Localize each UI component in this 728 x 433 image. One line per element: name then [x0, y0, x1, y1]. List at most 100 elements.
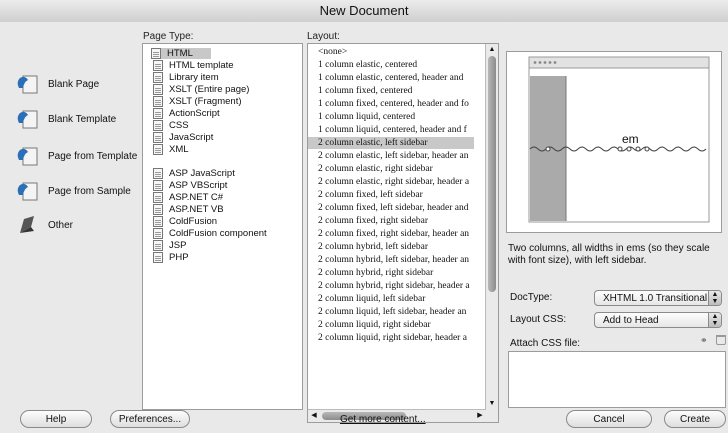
layout-item[interactable]: 2 column liquid, left sidebar, header an — [308, 306, 474, 318]
layout-item[interactable]: 2 column fixed, left sidebar, header and — [308, 202, 474, 214]
category-blank-template[interactable]: Blank Template — [14, 104, 140, 134]
layout-item[interactable]: 2 column hybrid, left sidebar — [308, 241, 474, 253]
page-type-item[interactable]: JavaScript — [153, 132, 213, 143]
page-type-item[interactable]: PHP — [153, 252, 189, 263]
page-type-item[interactable]: CSS — [153, 120, 189, 131]
file-icon — [153, 120, 163, 131]
category-label: Blank Page — [48, 78, 100, 90]
layout-item[interactable]: 2 column hybrid, left sidebar, header an — [308, 254, 474, 266]
category-page-from-sample[interactable]: Page from Sample — [14, 176, 140, 206]
page-type-label: XML — [169, 144, 189, 155]
scroll-down-arrow-icon[interactable]: ▼ — [486, 398, 498, 410]
file-icon — [153, 228, 163, 239]
page-type-label: ASP JavaScript — [169, 168, 235, 179]
category-blank-page[interactable]: Blank Page — [14, 69, 140, 99]
file-icon — [153, 192, 163, 203]
help-button[interactable]: Help — [20, 410, 92, 428]
page-type-item[interactable]: XML — [153, 144, 189, 155]
blank-template-icon — [14, 107, 40, 131]
file-icon — [153, 216, 163, 227]
page-type-label: PHP — [169, 252, 189, 263]
layout-heading: Layout: — [307, 31, 340, 42]
category-page-from-template[interactable]: Page from Template — [14, 141, 140, 171]
scroll-right-arrow-icon[interactable]: ▶ — [474, 410, 486, 422]
preview-unit-label: em — [622, 132, 639, 146]
link-css-icon[interactable]: ⚭ — [700, 335, 712, 345]
page-type-label: XSLT (Fragment) — [169, 96, 242, 107]
file-icon — [153, 96, 163, 107]
scroll-up-arrow-icon[interactable]: ▲ — [486, 44, 498, 56]
page-type-label: ActionScript — [169, 108, 220, 119]
cancel-button[interactable]: Cancel — [566, 410, 652, 428]
page-type-item[interactable]: HTML template — [153, 60, 234, 71]
doctype-select[interactable]: XHTML 1.0 Transitional ▲ ▼ — [594, 290, 722, 306]
page-type-item[interactable]: ASP.NET C# — [153, 192, 223, 203]
attached-css-list[interactable] — [508, 351, 726, 408]
blank-page-icon — [14, 72, 40, 96]
category-label: Page from Template — [48, 150, 138, 162]
layout-item[interactable]: 1 column elastic, centered, header and — [308, 72, 474, 84]
layout-item[interactable]: 2 column elastic, left sidebar — [308, 137, 474, 149]
layout-item[interactable]: 1 column elastic, centered — [308, 59, 474, 71]
category-label: Blank Template — [48, 113, 117, 125]
trash-icon[interactable] — [716, 335, 726, 345]
layout-item[interactable]: <none> — [308, 46, 474, 58]
layout-item[interactable]: 2 column fixed, right sidebar, header an — [308, 228, 474, 240]
page-type-label: JavaScript — [169, 132, 214, 143]
page-type-item[interactable]: JSP — [153, 240, 186, 251]
page-type-label: XSLT (Entire page) — [169, 84, 250, 95]
layout-item[interactable]: 2 column liquid, right sidebar — [308, 319, 474, 331]
page-type-item[interactable]: ColdFusion component — [153, 228, 267, 239]
layout-item[interactable]: 2 column elastic, right sidebar — [308, 163, 474, 175]
vertical-scroll-thumb[interactable] — [488, 56, 496, 292]
page-type-label: ASP.NET VB — [169, 204, 224, 215]
other-icon — [14, 213, 40, 237]
file-icon — [153, 168, 163, 179]
file-icon — [153, 132, 163, 143]
page-type-label: CSS — [169, 120, 189, 131]
layout-item[interactable]: 2 column fixed, left sidebar — [308, 189, 474, 201]
page-type-label: HTML template — [169, 60, 234, 71]
page-type-item[interactable]: ASP VBScript — [153, 180, 227, 191]
layout-item[interactable]: 1 column fixed, centered, header and fo — [308, 98, 474, 110]
page-from-template-icon — [14, 144, 40, 168]
layout-css-select[interactable]: Add to Head ▲ ▼ — [594, 312, 722, 328]
page-type-item[interactable]: ASP.NET VB — [153, 204, 224, 215]
window-title: New Document — [0, 0, 728, 23]
page-type-label: Library item — [169, 72, 219, 83]
doctype-value: XHTML 1.0 Transitional — [603, 293, 708, 304]
scroll-left-arrow-icon[interactable]: ◀ — [308, 410, 320, 422]
page-type-item[interactable]: ColdFusion — [153, 216, 217, 227]
page-from-sample-icon — [14, 179, 40, 203]
page-type-item[interactable]: XSLT (Entire page) — [153, 84, 249, 95]
layout-vertical-scrollbar[interactable]: ▲ ▼ — [485, 44, 498, 422]
layout-item[interactable]: 2 column hybrid, right sidebar — [308, 267, 474, 279]
layout-item[interactable]: 2 column liquid, left sidebar — [308, 293, 474, 305]
page-type-item[interactable]: ASP JavaScript — [153, 168, 235, 179]
layout-item[interactable]: 1 column liquid, centered, header and f — [308, 124, 474, 136]
file-icon — [153, 144, 163, 155]
layout-item[interactable]: 2 column elastic, left sidebar, header a… — [308, 150, 474, 162]
preferences-button[interactable]: Preferences... — [110, 410, 190, 428]
file-icon — [153, 252, 163, 263]
page-type-label: ColdFusion component — [169, 228, 267, 239]
layout-description: Two columns, all widths in ems (so they … — [508, 243, 710, 266]
file-icon — [153, 60, 163, 71]
layout-item[interactable]: 1 column liquid, centered — [308, 111, 474, 123]
layout-item[interactable]: 2 column fixed, right sidebar — [308, 215, 474, 227]
page-type-item[interactable]: ActionScript — [153, 108, 220, 119]
layout-item[interactable]: 2 column liquid, right sidebar, header a — [308, 332, 474, 344]
page-type-list[interactable]: HTML HTML template Library item XSLT (Entir… — [142, 43, 303, 410]
page-type-item[interactable]: Library item — [153, 72, 219, 83]
attach-css-label: Attach CSS file: — [510, 338, 581, 349]
layout-list[interactable]: <none> 1 column elastic, centered 1 column… — [307, 43, 499, 423]
get-more-content-link[interactable]: Get more content... — [340, 414, 426, 425]
layout-item[interactable]: 2 column elastic, right sidebar, header … — [308, 176, 474, 188]
page-type-item[interactable]: XSLT (Fragment) — [153, 96, 242, 107]
layout-item[interactable]: 2 column hybrid, right sidebar, header a — [308, 280, 474, 292]
create-button[interactable]: Create — [664, 410, 726, 428]
page-type-item[interactable]: HTML — [151, 48, 211, 59]
category-other[interactable]: Other — [14, 210, 140, 240]
category-label: Other — [48, 219, 74, 231]
layout-item[interactable]: 1 column fixed, centered — [308, 85, 474, 97]
